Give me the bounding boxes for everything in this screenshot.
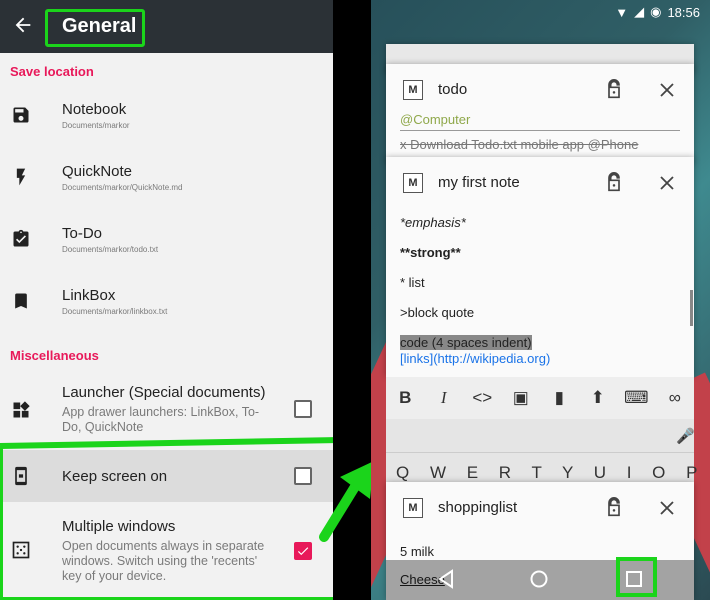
card-header: M todo [386,64,694,116]
todo-path: Documents/markor/todo.txt [62,245,159,254]
app-bar: General [0,0,333,53]
recent-card-my-first-note[interactable]: M my first note *emphasis* **strong** * … [386,157,694,377]
status-bar: ▼ ◢ ◉ 18:56 [615,4,700,20]
settings-panel: General Save location Notebook Documents… [0,0,333,600]
todo-title: To-Do [62,225,103,242]
notebook-path: Documents/markor [62,121,130,130]
divider [400,130,680,131]
lock-icon[interactable] [604,171,624,193]
card-line: * list [400,275,425,290]
card-title: my first note [438,174,520,191]
recents-screen: ▼ ◢ ◉ 18:56 M todo @Computer x Download … [371,0,710,600]
page-title: General [62,15,137,37]
nav-back-icon[interactable] [436,569,456,589]
card-line: *emphasis* [400,215,466,230]
card-header: M shoppinglist [386,482,694,534]
format-toolbar: B I <> ▣ ▮ ⬆ ⌨ ∞ [386,377,694,419]
italic-icon[interactable]: I [425,388,464,408]
widgets-icon [13,401,30,418]
card-line: **strong** [400,245,461,260]
launcher-checkbox[interactable] [294,400,312,418]
card-title: shoppinglist [438,499,518,516]
section-save-location: Save location [10,64,94,79]
bold-icon[interactable]: B [386,388,425,408]
card-line: 5 milk [400,544,434,559]
code-icon[interactable]: <> [463,388,502,408]
bookmark-icon [15,293,27,309]
mic-icon[interactable]: 🎤 [676,427,695,445]
close-icon[interactable] [658,174,676,192]
lock-icon[interactable] [604,78,624,100]
section-miscellaneous: Miscellaneous [10,348,99,363]
keyboard-icon[interactable]: ⌨ [617,388,656,408]
notebook-title: Notebook [62,101,127,118]
setting-linkbox[interactable]: LinkBox Documents/markor/linkbox.txt [0,279,333,325]
suggestion-bar [386,419,694,453]
recents-highlight [616,557,657,597]
setting-notebook[interactable]: Notebook Documents/markor [0,93,333,139]
launcher-desc: App drawer launchers: LinkBox, To-Do, Qu… [62,405,260,434]
nav-home-icon[interactable] [529,569,549,589]
clock: 18:56 [667,4,700,20]
card-line: x Download Todo.txt mobile app @Phone [400,137,639,152]
card-line: code (4 spaces indent) [400,335,532,350]
linkbox-path: Documents/markor/linkbox.txt [62,307,168,316]
save-icon [13,107,29,123]
markor-logo-icon: M [403,173,423,193]
image-icon[interactable]: ▣ [502,388,541,408]
close-icon[interactable] [658,81,676,99]
close-icon[interactable] [658,499,676,517]
link-icon[interactable]: ∞ [656,388,695,408]
recent-card-todo[interactable]: M todo @Computer x Download Todo.txt mob… [386,64,694,164]
annotation-arrow-icon [319,461,374,542]
signal-icon: ◢ [634,4,645,19]
markor-logo-icon: M [403,498,423,518]
setting-todo[interactable]: To-Do Documents/markor/todo.txt [0,217,333,263]
quicknote-title: QuickNote [62,163,133,180]
delete-icon[interactable]: ▮ [540,388,579,408]
markor-logo-icon: M [403,80,423,100]
card-line: >block quote [400,305,475,320]
lock-icon[interactable] [604,496,624,518]
card-title: todo [438,81,468,98]
scrollbar[interactable] [690,290,693,326]
highlight-frame [0,446,333,600]
launcher-title: Launcher (Special documents) [62,384,266,401]
card-line: [links](http://wikipedia.org) [400,351,551,366]
bolt-icon [16,168,26,186]
setting-quicknote[interactable]: QuickNote Documents/markor/QuickNote.md [0,155,333,201]
linkbox-title: LinkBox [62,287,116,304]
card-header: M my first note [386,157,694,209]
battery-icon: ◉ [650,4,662,19]
keyboard-row[interactable]: Q W E R T Y U I O P [396,463,705,483]
wifi-icon: ▼ [615,4,629,20]
keyboard: 🎤 Q W E R T Y U I O P [386,419,697,489]
quicknote-path: Documents/markor/QuickNote.md [62,183,183,192]
upload-icon[interactable]: ⬆ [579,388,618,408]
clipboard-check-icon [13,229,29,247]
card-line: @Computer [400,112,471,127]
back-arrow-icon[interactable] [12,14,34,36]
setting-launcher[interactable]: Launcher (Special documents) App drawer … [0,378,333,440]
